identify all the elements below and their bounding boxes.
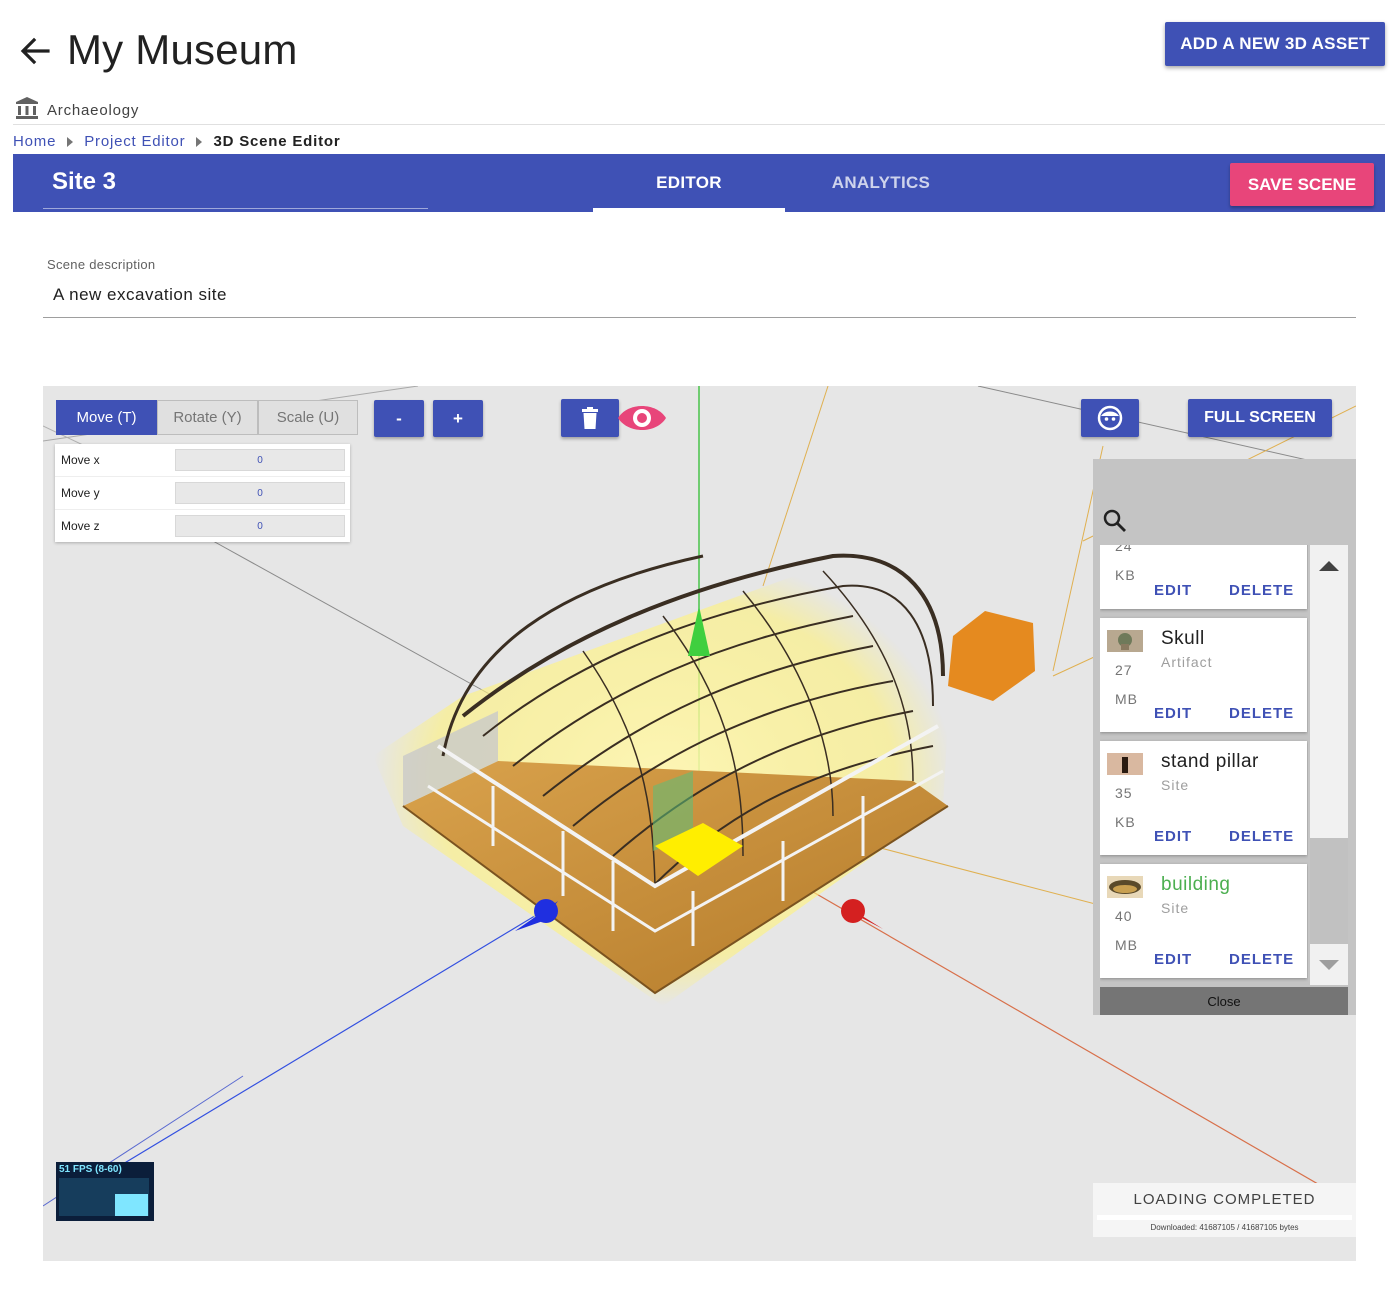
asset-type: Site (1161, 900, 1190, 916)
active-tab-indicator (593, 208, 785, 212)
asset-card[interactable]: Skull Artifact 27 MB EDIT DELETE (1100, 618, 1307, 732)
scrollbar-thumb[interactable] (1310, 838, 1348, 944)
asset-card: 24 KB EDIT DELETE (1100, 545, 1307, 609)
move-z-row: Move z 0 (55, 510, 350, 542)
page-title: My Museum (67, 26, 298, 73)
search-icon[interactable] (1102, 508, 1128, 534)
asset-panel-close-button[interactable]: Close (1100, 987, 1348, 1015)
move-mode-button[interactable]: Move (T) (56, 400, 157, 435)
asset-size-unit: MB (1115, 937, 1138, 953)
asset-edit-button[interactable]: EDIT (1154, 951, 1192, 968)
asset-size-unit: MB (1115, 691, 1138, 707)
scene-description-input[interactable]: A new excavation site (53, 285, 227, 305)
scene-description-label: Scene description (47, 257, 156, 272)
back-arrow-icon[interactable] (18, 34, 52, 68)
loading-progress-bar (1097, 1215, 1352, 1220)
loading-status-text: LOADING COMPLETED (1133, 1191, 1316, 1208)
move-x-row: Move x 0 (55, 444, 350, 477)
save-scene-button[interactable]: SAVE SCENE (1230, 163, 1374, 206)
asset-card-selected[interactable]: building Site 40 MB EDIT DELETE (1100, 864, 1307, 978)
move-y-label: Move y (61, 486, 100, 500)
scroll-down-icon[interactable] (1318, 959, 1340, 971)
full-screen-button[interactable]: FULL SCREEN (1188, 399, 1332, 437)
asset-name: building (1161, 874, 1231, 895)
eye-icon[interactable] (616, 400, 668, 436)
asset-thumbnail (1107, 630, 1143, 652)
site-title[interactable]: Site 3 (52, 168, 116, 196)
move-x-label: Move x (61, 453, 100, 467)
header-divider (13, 124, 1385, 125)
asset-delete-button[interactable]: DELETE (1229, 828, 1294, 845)
breadcrumb-project-editor[interactable]: Project Editor (84, 133, 185, 150)
move-panel: Move x 0 Move y 0 Move z 0 (55, 444, 350, 542)
zoom-in-button[interactable]: + (433, 400, 483, 437)
asset-card[interactable]: stand pillar Site 35 KB EDIT DELETE (1100, 741, 1307, 855)
museum-icon (16, 97, 38, 119)
trash-icon (582, 407, 598, 429)
move-y-input[interactable]: 0 (175, 482, 345, 504)
asset-thumbnail (1107, 753, 1143, 775)
asset-delete-button[interactable]: DELETE (1229, 582, 1294, 599)
add-3d-asset-button[interactable]: ADD A NEW 3D ASSET (1165, 22, 1385, 66)
breadcrumb-separator-icon (196, 136, 203, 147)
asset-name: stand pillar (1161, 751, 1259, 772)
light-hexagon[interactable] (948, 611, 1035, 701)
breadcrumb: Home Project Editor 3D Scene Editor (13, 133, 341, 150)
breadcrumb-current: 3D Scene Editor (213, 133, 341, 150)
asset-name: Skull (1161, 628, 1205, 649)
asset-size-number: 27 (1115, 662, 1133, 678)
asset-delete-button[interactable]: DELETE (1229, 705, 1294, 722)
scale-mode-button[interactable]: Scale (U) (258, 400, 358, 435)
asset-size-number: 35 (1115, 785, 1133, 801)
tab-analytics[interactable]: ANALYTICS (785, 154, 977, 212)
category-label: Archaeology (47, 102, 140, 119)
asset-list[interactable]: 24 KB EDIT DELETE Skull Artifact 27 MB E… (1100, 545, 1308, 985)
asset-size-number: 40 (1115, 908, 1133, 924)
asset-delete-button[interactable]: DELETE (1229, 951, 1294, 968)
asset-size-unit: KB (1115, 814, 1136, 830)
site-title-underline (43, 208, 428, 209)
asset-size-unit: KB (1115, 567, 1136, 583)
face-icon (1097, 405, 1123, 431)
move-z-input[interactable]: 0 (175, 515, 345, 537)
scene-description-underline (43, 317, 1356, 318)
move-x-input[interactable]: 0 (175, 449, 345, 471)
asset-size-number: 24 (1115, 545, 1133, 554)
gizmo-z-arrow[interactable] (534, 899, 558, 923)
move-y-row: Move y 0 (55, 477, 350, 510)
gizmo-x-arrow[interactable] (841, 899, 865, 923)
scroll-up-icon[interactable] (1318, 560, 1340, 572)
asset-edit-button[interactable]: EDIT (1154, 828, 1192, 845)
fps-text: 51 FPS (8-60) (59, 1164, 122, 1175)
rotate-mode-button[interactable]: Rotate (Y) (157, 400, 258, 435)
asset-thumbnail (1107, 876, 1143, 898)
zoom-out-button[interactable]: - (374, 400, 424, 437)
move-z-label: Move z (61, 519, 100, 533)
fps-graph-bar (115, 1194, 148, 1216)
delete-object-button[interactable] (561, 399, 619, 437)
asset-type: Site (1161, 777, 1190, 793)
tab-editor[interactable]: EDITOR (593, 154, 785, 212)
avatar-view-button[interactable] (1081, 399, 1139, 437)
breadcrumb-home[interactable]: Home (13, 133, 56, 150)
asset-type: Artifact (1161, 654, 1213, 670)
loading-download-detail: Downloaded: 41687105 / 41687105 bytes (1150, 1223, 1299, 1232)
breadcrumb-separator-icon (67, 136, 74, 147)
asset-edit-button[interactable]: EDIT (1154, 582, 1192, 599)
asset-edit-button[interactable]: EDIT (1154, 705, 1192, 722)
